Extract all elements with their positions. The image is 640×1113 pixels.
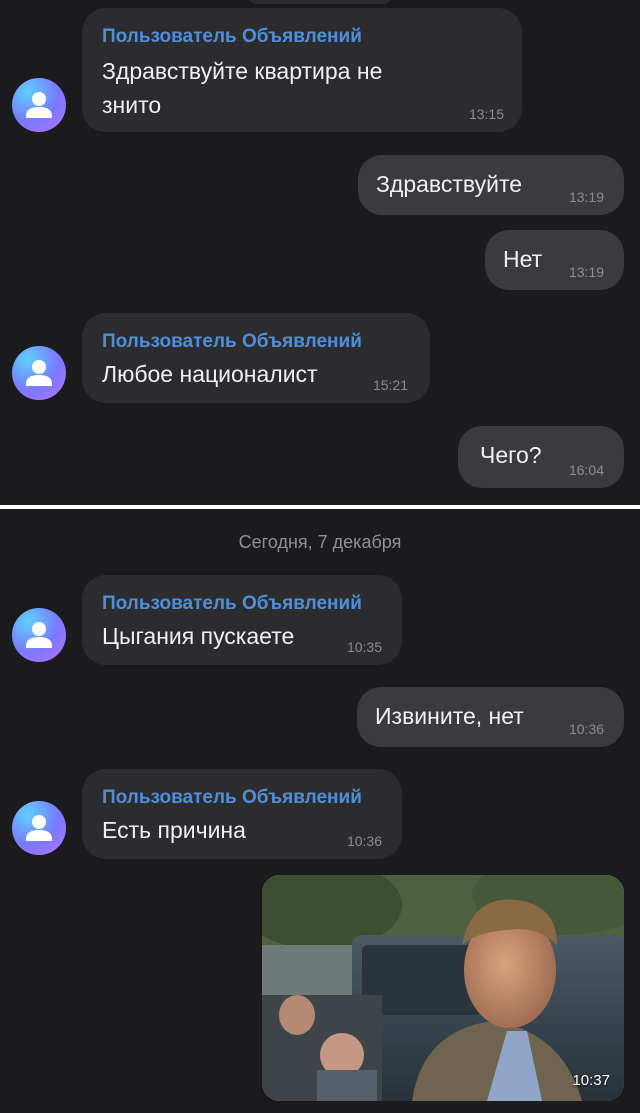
message-bubble-incoming[interactable]: Пользователь Объявлений Есть причина 10:… bbox=[82, 769, 402, 859]
sender-name[interactable]: Пользователь Объявлений bbox=[102, 26, 362, 48]
message-bubble-incoming[interactable]: Пользователь Объявлений Здравствуйте ква… bbox=[82, 8, 522, 132]
message-text: знито bbox=[102, 92, 162, 118]
message-time: 13:19 bbox=[568, 264, 604, 280]
message-text: Извините, нет bbox=[375, 703, 524, 729]
seller-avatar-icon[interactable] bbox=[12, 801, 66, 855]
seller-avatar-icon[interactable] bbox=[12, 346, 66, 400]
chat-panel-1: Пользователь Объявлений Здравствуйте ква… bbox=[0, 0, 640, 505]
message-bubble-outgoing[interactable]: Нет 13:19 bbox=[485, 230, 624, 290]
message-text: Чего? bbox=[480, 442, 542, 468]
message-time: 15:21 bbox=[372, 377, 408, 393]
message-bubble-incoming[interactable]: Пользователь Объявлений Любое националис… bbox=[82, 313, 430, 403]
sender-name[interactable]: Пользователь Объявлений bbox=[102, 593, 362, 615]
date-divider: Сегодня, 7 декабря bbox=[238, 532, 402, 552]
message-bubble-outgoing[interactable]: Здравствуйте 13:19 bbox=[358, 155, 624, 215]
message-text: Любое националист bbox=[102, 361, 318, 387]
message-time: 10:36 bbox=[346, 833, 382, 849]
message-time: 16:04 bbox=[568, 462, 604, 478]
message-bubble-outgoing[interactable]: Извините, нет 10:36 bbox=[357, 687, 624, 747]
photo-message[interactable]: 10:37 bbox=[262, 875, 624, 1101]
message-bubble-incoming[interactable]: Пользователь Объявлений Цыгания пускаете… bbox=[82, 575, 402, 665]
clipped-date-label bbox=[250, 0, 390, 4]
message-text: Нет bbox=[503, 246, 543, 272]
message-time: 10:35 bbox=[346, 639, 382, 655]
message-time: 13:19 bbox=[568, 189, 604, 205]
message-bubble-outgoing[interactable]: Чего? 16:04 bbox=[458, 426, 624, 488]
message-text: Здравствуйте bbox=[376, 171, 523, 197]
message-time: 13:15 bbox=[468, 106, 504, 122]
seller-avatar-icon[interactable] bbox=[12, 78, 66, 132]
chat-panel-2: Сегодня, 7 декабря Пользователь Объявлен… bbox=[0, 509, 640, 1113]
sender-name[interactable]: Пользователь Объявлений bbox=[102, 787, 362, 809]
message-text: Цыгания пускаете bbox=[102, 623, 295, 649]
sender-name[interactable]: Пользователь Объявлений bbox=[102, 331, 362, 353]
seller-avatar-icon[interactable] bbox=[12, 608, 66, 662]
photo-image bbox=[262, 875, 624, 1101]
message-time: 10:36 bbox=[568, 721, 604, 737]
message-time: 10:37 bbox=[572, 1072, 610, 1089]
message-text: Здравствуйте квартира не bbox=[102, 58, 383, 84]
message-text: Есть причина bbox=[102, 817, 246, 843]
